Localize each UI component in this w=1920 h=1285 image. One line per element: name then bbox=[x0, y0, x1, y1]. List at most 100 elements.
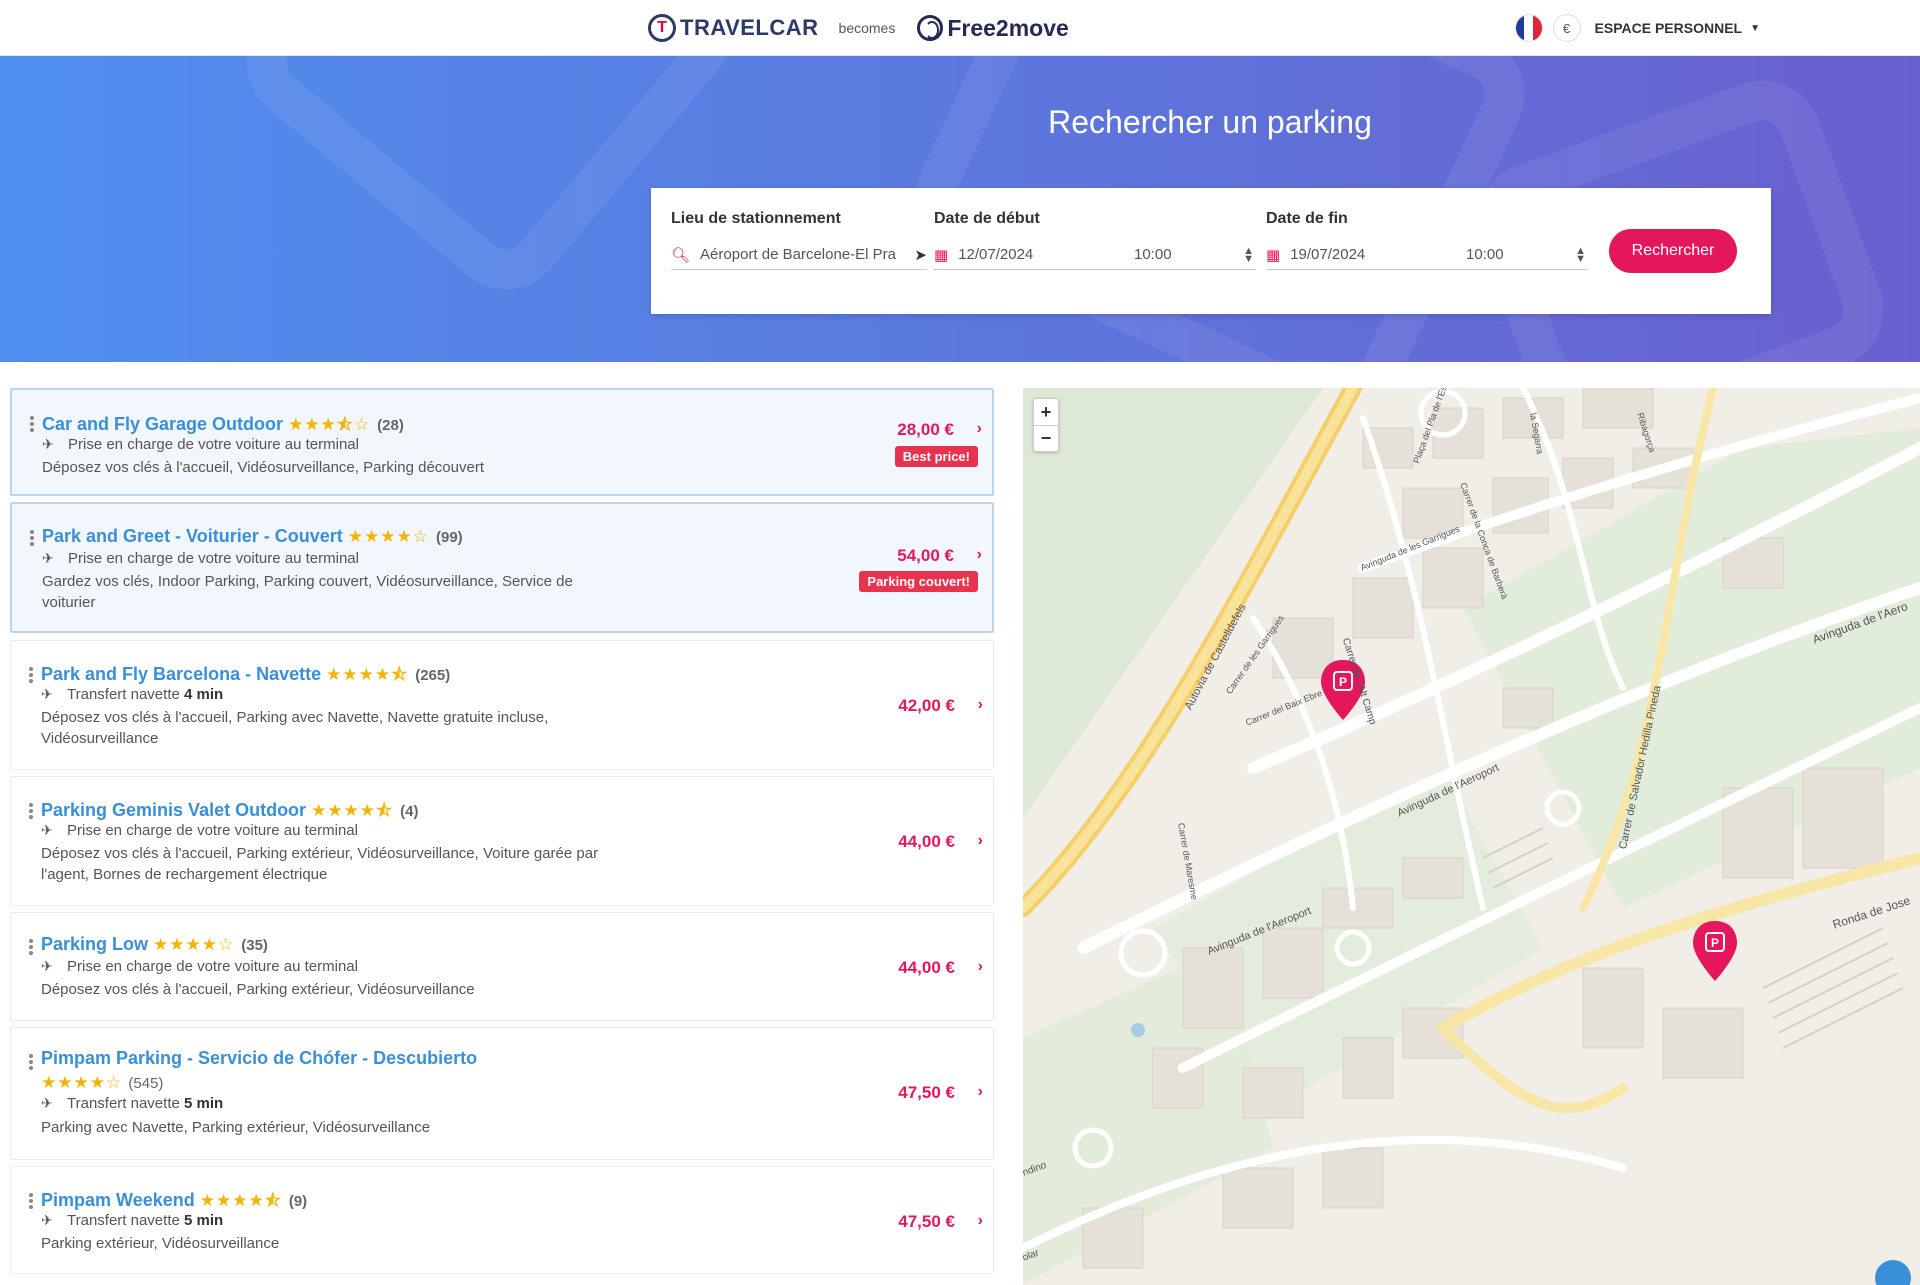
zoom-in-button[interactable]: + bbox=[1034, 399, 1058, 425]
rating-stars: ★★★★⯪ bbox=[199, 1191, 282, 1210]
plane-icon: ✈ bbox=[42, 436, 54, 452]
review-count: (265) bbox=[415, 667, 451, 684]
transfer-info: ✈ Transfert navette 5 min bbox=[41, 1095, 224, 1112]
chevron-right-icon[interactable]: › bbox=[977, 420, 982, 438]
chevron-right-icon[interactable]: › bbox=[978, 696, 983, 714]
account-menu[interactable]: ESPACE PERSONNEL ▼ bbox=[1595, 20, 1760, 36]
travelcar-logo-icon: T bbox=[648, 14, 676, 42]
result-title[interactable]: Park and Greet - Voiturier - Couvert bbox=[42, 526, 343, 546]
top-header: T TRAVELCAR becomes Free2move € ESPACE P… bbox=[0, 0, 1920, 56]
result-description: Parking extérieur, Vidéosurveillance bbox=[41, 1235, 280, 1252]
caret-down-icon: ▼ bbox=[1750, 22, 1760, 34]
free2move-wordmark: Free2move bbox=[947, 14, 1069, 41]
chevron-right-icon[interactable]: › bbox=[978, 1083, 983, 1101]
rating-stars: ★★★★⯪ bbox=[326, 665, 409, 684]
calendar-icon: ▦ bbox=[934, 246, 949, 264]
result-price[interactable]: 54,00 € bbox=[897, 546, 954, 566]
result-price[interactable]: 44,00 € bbox=[898, 832, 955, 852]
language-flag-icon[interactable] bbox=[1514, 14, 1543, 42]
result-card[interactable]: Pimpam Parking - Servicio de Chófer - De… bbox=[10, 1027, 994, 1160]
calendar-icon: ▦ bbox=[1266, 246, 1281, 264]
plane-icon: ✈ bbox=[41, 822, 53, 838]
drag-handle-icon bbox=[29, 939, 33, 957]
results-map[interactable]: P P Autovia de Castelldefels Carrer de l… bbox=[1023, 388, 1920, 1285]
result-card[interactable]: Parking Geminis Valet Outdoor ★★★★⯪ (4) … bbox=[10, 776, 994, 906]
drag-handle-icon bbox=[30, 530, 34, 548]
result-title[interactable]: Pimpam Weekend bbox=[41, 1190, 195, 1210]
map-zoom-controls: + − bbox=[1033, 398, 1059, 452]
rating-stars: ★★★⯪☆ bbox=[288, 415, 371, 434]
zoom-out-button[interactable]: − bbox=[1034, 425, 1058, 451]
result-title-line: Park and Greet - Voiturier - Couvert ★★★… bbox=[42, 526, 463, 547]
drag-handle-icon bbox=[29, 667, 33, 685]
result-badge: Parking couvert! bbox=[859, 571, 978, 592]
account-label: ESPACE PERSONNEL bbox=[1594, 20, 1743, 36]
chevron-right-icon[interactable]: › bbox=[977, 546, 982, 564]
time-stepper-icon[interactable]: ▲ ▼ bbox=[1243, 245, 1254, 264]
result-price[interactable]: 47,50 € bbox=[898, 1083, 955, 1103]
result-title[interactable]: Pimpam Parking - Servicio de Chófer - De… bbox=[41, 1048, 477, 1069]
chevron-right-icon[interactable]: › bbox=[978, 832, 983, 850]
result-description: Parking avec Navette, Parking extérieur,… bbox=[41, 1119, 431, 1136]
time-stepper-icon[interactable]: ▲ ▼ bbox=[1575, 245, 1586, 264]
location-input[interactable]: Aéroport de Barcelone-El Pra bbox=[700, 246, 896, 263]
drag-handle-icon bbox=[29, 1054, 33, 1072]
review-count: (35) bbox=[241, 937, 268, 954]
marker-label: P bbox=[1711, 936, 1719, 950]
result-title[interactable]: Parking Low bbox=[41, 934, 148, 954]
currency-selector[interactable]: € bbox=[1552, 14, 1581, 42]
free2move-logo-icon bbox=[917, 15, 944, 41]
geolocate-icon[interactable]: ➤ bbox=[914, 246, 927, 264]
result-card[interactable]: Pimpam Weekend ★★★★⯪ (9) ✈ Transfert nave… bbox=[10, 1166, 994, 1274]
result-description: Gardez vos clés, Indoor Parking, Parking… bbox=[42, 573, 573, 611]
start-date-input[interactable]: 12/07/2024 bbox=[958, 246, 1033, 263]
parking-marker[interactable]: P bbox=[1693, 921, 1737, 981]
start-date-field[interactable]: ▦ 12/07/2024 10:00 ▲ ▼ bbox=[934, 240, 1256, 270]
result-card[interactable]: Park and Greet - Voiturier - Couvert ★★★… bbox=[10, 502, 994, 633]
result-card[interactable]: Park and Fly Barcelona - Navette ★★★★⯪ (… bbox=[10, 640, 994, 770]
search-icon: 🔍︎ bbox=[671, 246, 691, 264]
result-price[interactable]: 28,00 € bbox=[897, 420, 954, 440]
header-actions: € ESPACE PERSONNEL ▼ bbox=[1514, 14, 1760, 42]
end-date-input[interactable]: 19/07/2024 bbox=[1290, 246, 1365, 263]
end-time-select[interactable]: 10:00 bbox=[1466, 246, 1504, 263]
end-date-label: Date de fin bbox=[1266, 210, 1348, 227]
plane-icon: ✈ bbox=[41, 958, 53, 974]
result-title[interactable]: Park and Fly Barcelona - Navette bbox=[41, 664, 321, 684]
drag-handle-icon bbox=[29, 803, 33, 821]
search-hero: Rechercher un parking Lieu de stationnem… bbox=[0, 56, 1920, 362]
start-time-select[interactable]: 10:00 bbox=[1134, 246, 1172, 263]
location-field[interactable]: 🔍︎ Aéroport de Barcelone-El Pra ➤ bbox=[671, 240, 927, 270]
result-price[interactable]: 42,00 € bbox=[898, 696, 955, 716]
result-description: Déposez vos clés à l'accueil, Parking ex… bbox=[41, 981, 475, 998]
result-card[interactable]: Parking Low ★★★★☆ (35) ✈ Prise en charge … bbox=[10, 912, 994, 1021]
review-count: (545) bbox=[128, 1075, 164, 1092]
drag-handle-icon bbox=[29, 1193, 33, 1211]
start-date-label: Date de début bbox=[934, 210, 1040, 227]
result-title[interactable]: Car and Fly Garage Outdoor bbox=[42, 414, 283, 434]
result-badge: Best price! bbox=[894, 446, 978, 467]
rating-line: ★★★★☆ (545) bbox=[41, 1073, 163, 1093]
result-description: Déposez vos clés à l'accueil, Parking ex… bbox=[41, 845, 599, 883]
search-button[interactable]: Rechercher bbox=[1609, 229, 1737, 273]
map-location-button[interactable] bbox=[1875, 1260, 1911, 1285]
chevron-right-icon[interactable]: › bbox=[978, 958, 983, 976]
plane-icon: ✈ bbox=[41, 1212, 53, 1228]
result-title[interactable]: Parking Geminis Valet Outdoor bbox=[41, 800, 306, 820]
plane-icon: ✈ bbox=[42, 550, 54, 566]
review-count: (9) bbox=[288, 1193, 308, 1210]
marker-label: P bbox=[1339, 675, 1347, 689]
transfer-info: ✈ Transfert navette 4 min bbox=[41, 686, 224, 703]
result-description: Déposez vos clés à l'accueil, Parking av… bbox=[41, 709, 549, 747]
result-price[interactable]: 44,00 € bbox=[898, 958, 955, 978]
end-date-field[interactable]: ▦ 19/07/2024 10:00 ▲ ▼ bbox=[1266, 240, 1588, 270]
location-label: Lieu de stationnement bbox=[671, 210, 841, 227]
result-card[interactable]: Car and Fly Garage Outdoor ★★★⯪☆ (28) ✈ P… bbox=[10, 388, 994, 496]
result-title-line: Parking Low ★★★★☆ (35) bbox=[41, 934, 268, 955]
brand-logo[interactable]: T TRAVELCAR becomes Free2move bbox=[648, 12, 1069, 44]
chevron-right-icon[interactable]: › bbox=[978, 1212, 983, 1230]
transfer-info: ✈ Transfert navette 5 min bbox=[41, 1212, 224, 1229]
transfer-info: ✈ Prise en charge de votre voiture au ter… bbox=[41, 822, 358, 839]
travelcar-wordmark: TRAVELCAR bbox=[680, 15, 819, 40]
result-price[interactable]: 47,50 € bbox=[898, 1212, 955, 1232]
